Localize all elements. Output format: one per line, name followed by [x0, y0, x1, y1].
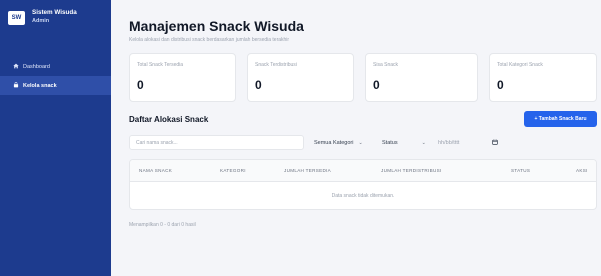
- stat-card-total-tersedia: Total Snack Tersedia 0: [129, 53, 236, 102]
- sidebar-item-label: Kelola snack: [23, 82, 57, 89]
- category-select[interactable]: Semua Kategori ⌄: [314, 136, 363, 149]
- date-input[interactable]: hh/bb/tttt: [438, 136, 459, 149]
- table-header: NAMA SNACK KATEGORI JUMLAH TERSEDIA JUML…: [130, 160, 596, 182]
- stat-label: Total Kategori Snack: [497, 62, 543, 68]
- column-header: AKSI: [576, 168, 588, 173]
- column-header: JUMLAH TERSEDIA: [284, 168, 332, 173]
- stat-value: 0: [497, 78, 504, 92]
- app-title: Sistem Wisuda: [32, 9, 77, 16]
- stat-label: Total Snack Tersedia: [137, 62, 184, 68]
- page-title: Manajemen Snack Wisuda: [129, 18, 304, 34]
- stat-value: 0: [137, 78, 144, 92]
- page-subtitle: Kelola alokasi dan distribusi snack berd…: [129, 37, 290, 43]
- date-input-placeholder: hh/bb/tttt: [438, 139, 460, 146]
- sidebar-item-label: Dashboard: [23, 63, 50, 70]
- home-icon: [13, 63, 19, 69]
- add-snack-button[interactable]: + Tambah Snack Baru: [524, 111, 597, 127]
- column-header: STATUS: [511, 168, 531, 173]
- stat-label: Sisa Snack: [373, 62, 399, 68]
- box-icon: [13, 82, 19, 88]
- status-select-value: Status: [382, 139, 398, 146]
- stat-label: Snack Terdistribusi: [255, 62, 297, 68]
- stat-value: 0: [373, 78, 380, 92]
- sidebar-nav: Dashboard Kelola snack: [0, 57, 111, 95]
- stat-card-terdistribusi: Snack Terdistribusi 0: [247, 53, 354, 102]
- pagination-info: Menampilkan 0 - 0 dari 0 hasil: [129, 222, 196, 228]
- snack-table: NAMA SNACK KATEGORI JUMLAH TERSEDIA JUML…: [129, 159, 597, 210]
- sidebar: SW Sistem Wisuda Admin Dashboard Kelola …: [0, 0, 111, 276]
- sidebar-item-dashboard[interactable]: Dashboard: [0, 57, 111, 76]
- empty-state-message: Data snack tidak ditemukan.: [331, 193, 395, 199]
- category-select-value: Semua Kategori: [314, 139, 354, 146]
- sidebar-item-kelola-snack[interactable]: Kelola snack: [0, 76, 111, 95]
- app-subtitle: Admin: [32, 18, 50, 24]
- column-header: KATEGORI: [220, 168, 246, 173]
- calendar-icon[interactable]: [492, 139, 498, 145]
- stat-value: 0: [255, 78, 262, 92]
- column-header: JUMLAH TERDISTRIBUSI: [381, 168, 442, 173]
- stat-card-total-kategori: Total Kategori Snack 0: [489, 53, 597, 102]
- status-select[interactable]: Status ⌄: [382, 136, 426, 149]
- section-title: Daftar Alokasi Snack: [129, 115, 209, 124]
- brand: SW Sistem Wisuda Admin: [8, 9, 77, 25]
- app-logo: SW: [8, 11, 25, 25]
- stat-card-sisa: Sisa Snack 0: [365, 53, 478, 102]
- search-input[interactable]: Cari nama snack...: [129, 135, 304, 150]
- column-header: NAMA SNACK: [139, 168, 173, 173]
- main-content: Manajemen Snack Wisuda Kelola alokasi da…: [111, 0, 601, 276]
- chevron-down-icon: ⌄: [358, 139, 363, 146]
- chevron-down-icon: ⌄: [421, 139, 426, 146]
